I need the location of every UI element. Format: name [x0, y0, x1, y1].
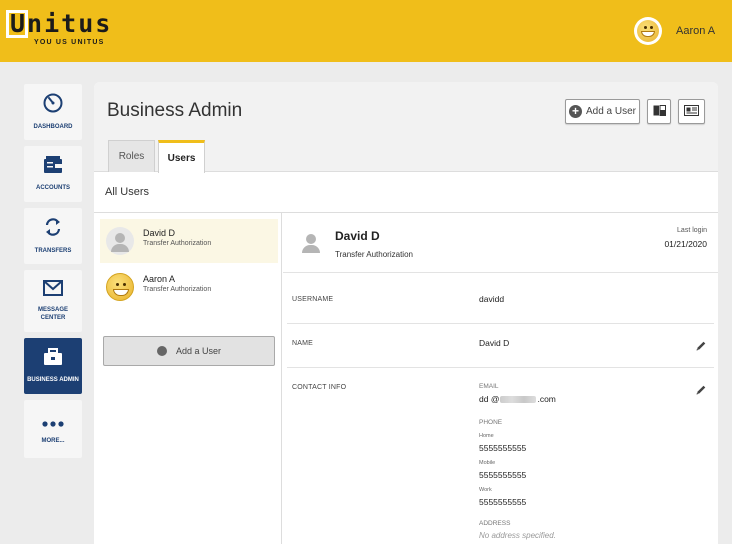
nav-more[interactable]: MORE... [24, 400, 82, 458]
redacted-domain [500, 396, 537, 404]
top-bar: Unitus YOU US UNITUS Aaron A [0, 0, 732, 62]
nav-business-admin-label: BUSINESS ADMIN [27, 377, 79, 383]
nav-more-label: MORE... [41, 437, 65, 444]
user-detail: David D Transfer Authorization Last logi… [283, 213, 718, 544]
envelope-icon [43, 280, 63, 301]
last-login-label: Last login [677, 227, 707, 234]
email-prefix: dd @ [479, 394, 500, 404]
user-list-name: Aaron A [143, 274, 176, 284]
edit-name-pencil-icon[interactable] [695, 339, 707, 351]
address-label: ADDRESS [479, 520, 511, 527]
nav-dashboard-label: DASHBOARD [33, 124, 73, 130]
phone-label: PHONE [479, 419, 503, 426]
email-suffix: .com [537, 394, 556, 404]
business-admin-panel: Business Admin + Add a User Roles Users … [94, 82, 718, 544]
default-person-icon [106, 227, 134, 255]
user-list-item[interactable]: David D Transfer Authorization [100, 219, 278, 263]
user-list-role: Transfer Authorization [143, 286, 212, 293]
id-card-icon [684, 103, 699, 121]
user-name[interactable]: Aaron A [676, 25, 715, 37]
add-user-button-label: Add a User [585, 106, 637, 117]
phone-type-work: Work [479, 487, 492, 493]
more-dots-icon [42, 414, 64, 432]
page-title: Business Admin [107, 100, 243, 121]
address-value: No address specified. [479, 531, 556, 540]
divider [287, 323, 714, 324]
tab-roles-label: Roles [118, 151, 145, 162]
nav-business-admin[interactable]: BUSINESS ADMIN [24, 338, 82, 394]
email-label: EMAIL [479, 383, 499, 390]
nav-transfers-label: TRANSFERS [34, 248, 72, 254]
book-view-button[interactable] [647, 99, 671, 124]
last-login-date: 01/21/2020 [664, 239, 707, 249]
user-list: David D Transfer Authorization Aaron A T… [94, 213, 282, 544]
tab-roles[interactable]: Roles [108, 140, 155, 172]
phone-work-value: 5555555555 [479, 497, 527, 507]
nav-message-center-label: MESSAGE CENTER [37, 307, 68, 321]
phone-type-mobile: Mobile [479, 460, 496, 466]
nav-message-center[interactable]: MESSAGE CENTER [24, 270, 82, 332]
unitus-logo[interactable]: Unitus YOU US UNITUS [6, 10, 126, 50]
user-list-name: David D [143, 228, 176, 238]
nav-dashboard[interactable]: DASHBOARD [24, 84, 82, 140]
all-users-heading: All Users [105, 186, 150, 198]
user-list-item[interactable]: Aaron A Transfer Authorization [100, 265, 278, 309]
name-value: David D [479, 338, 510, 348]
divider [287, 367, 714, 368]
phone-mobile-value: 5555555555 [479, 470, 527, 480]
logo-tagline: YOU US UNITUS [34, 39, 105, 46]
add-user-button[interactable]: + Add a User [565, 99, 640, 124]
user-menu[interactable]: Aaron A [634, 16, 715, 46]
user-avatar[interactable] [634, 17, 662, 45]
transfers-arrows-icon [43, 217, 63, 242]
smiley-avatar [106, 273, 134, 301]
detail-user-name: David D [335, 229, 380, 243]
list-add-user-button[interactable]: Add a User [103, 336, 275, 366]
detail-user-role: Transfer Authorization [335, 250, 413, 259]
nav-accounts-label: ACCOUNTS [36, 185, 70, 191]
phone-home-value: 5555555555 [479, 443, 527, 453]
plus-circle-icon: + [568, 105, 582, 118]
tab-users-label: Users [167, 152, 196, 164]
user-list-role: Transfer Authorization [143, 240, 212, 247]
edit-contact-pencil-icon[interactable] [695, 383, 707, 395]
email-value: dd @ .com [479, 394, 556, 404]
user-detail-header: David D Transfer Authorization Last logi… [283, 213, 718, 273]
book-icon [653, 103, 666, 121]
tab-users[interactable]: Users [158, 140, 205, 173]
card-view-button[interactable] [678, 99, 705, 124]
default-person-icon [299, 231, 323, 255]
nav-transfers[interactable]: TRANSFERS [24, 208, 82, 264]
list-add-user-label: Add a User [175, 346, 222, 356]
username-label: USERNAME [292, 296, 334, 303]
nav-accounts[interactable]: ACCOUNTS [24, 146, 82, 202]
accounts-wallet-icon [43, 156, 63, 179]
panel-header: Business Admin + Add a User Roles Users [94, 82, 718, 173]
briefcase-icon [43, 348, 63, 371]
logo-text: Unitus [10, 9, 113, 38]
name-label: NAME [292, 340, 314, 347]
add-circle-icon [156, 346, 167, 356]
phone-type-home: Home [479, 433, 494, 439]
contact-info-label: CONTACT INFO [292, 384, 347, 391]
username-value: davidd [479, 294, 505, 304]
dashboard-gauge-icon [43, 93, 63, 118]
